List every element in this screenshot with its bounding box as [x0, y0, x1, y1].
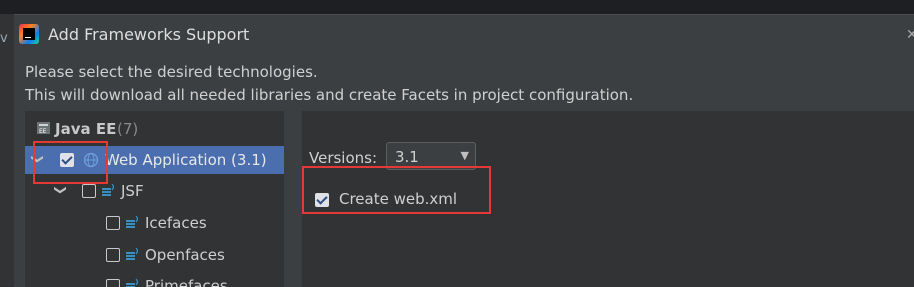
tree-item-label: Openfaces: [145, 246, 225, 264]
svg-text:EE: EE: [39, 128, 47, 135]
frameworks-tree[interactable]: EE Java EE (7) ❯ Web Application (3.1) ❯: [25, 111, 291, 287]
versions-selected-value: 3.1: [395, 148, 419, 166]
tree-item-label: Web Application (3.1): [105, 151, 267, 169]
icefaces-framework-icon: [126, 215, 139, 228]
dialog-title: Add Frameworks Support: [48, 25, 250, 44]
openfaces-checkbox[interactable]: [106, 248, 120, 262]
tree-item-label: JSF: [121, 182, 144, 200]
tree-group-label: Java EE: [55, 120, 117, 138]
jsf-framework-icon: [102, 183, 115, 196]
openfaces-framework-icon: [126, 247, 139, 260]
tree-group-count: (7): [117, 120, 139, 138]
close-icon[interactable]: ✕: [906, 27, 914, 43]
chevron-down-icon[interactable]: ▼: [461, 149, 469, 162]
tree-group-java-ee: EE Java EE (7): [25, 115, 291, 143]
chevron-down-icon[interactable]: ❯: [54, 185, 68, 195]
highlight-box-web-application: [33, 141, 108, 184]
dialog-titlebar[interactable]: Add Frameworks Support ✕: [14, 15, 914, 53]
background-window-strip: [0, 0, 914, 14]
add-frameworks-dialog: Add Frameworks Support ✕ Please select t…: [14, 14, 914, 287]
tree-item-label: Icefaces: [145, 214, 207, 232]
tree-item-primefaces[interactable]: Primefaces: [25, 272, 291, 287]
tree-item-openfaces[interactable]: Openfaces: [25, 241, 291, 269]
tree-item-icefaces[interactable]: Icefaces: [25, 209, 291, 237]
background-edge-text: v: [0, 31, 8, 46]
icefaces-checkbox[interactable]: [106, 216, 120, 230]
intellij-logo-icon: [19, 24, 39, 44]
background-window-edge: v: [0, 14, 14, 286]
splitter[interactable]: [292, 111, 302, 287]
java-ee-group-icon: EE: [37, 122, 50, 135]
dialog-description-line1: Please select the desired technologies.: [25, 63, 318, 81]
jsf-checkbox[interactable]: [82, 184, 96, 198]
dialog-description-line2: This will download all needed libraries …: [25, 86, 634, 104]
versions-label: Versions:: [309, 149, 378, 167]
highlight-box-create-web-xml: [302, 166, 491, 214]
tree-scrollbar[interactable]: [284, 111, 292, 287]
